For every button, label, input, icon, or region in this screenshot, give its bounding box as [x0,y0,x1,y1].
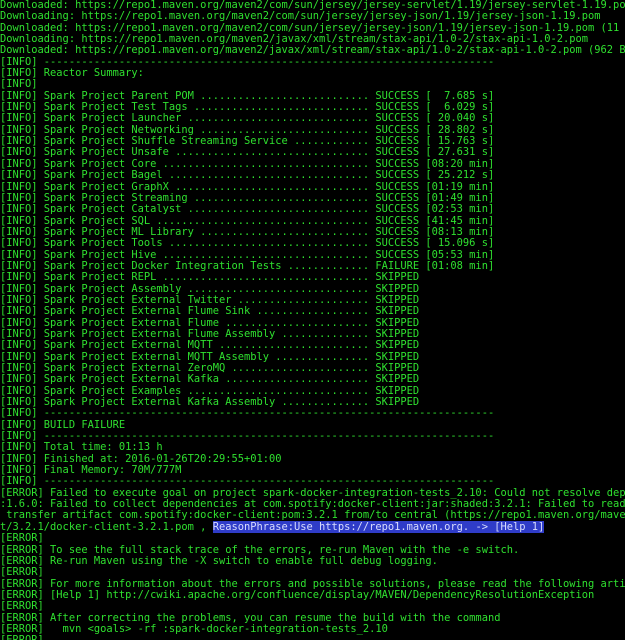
terminal-line-text: [INFO] Finished at: 2016-01-26T20:29:55+… [0,452,282,465]
terminal-line-text: [INFO] Spark Project External MQTT .....… [0,339,420,352]
terminal-line-text: [INFO] Spark Project Docker Integration … [0,259,495,272]
terminal-line-text: [INFO] Spark Project External Twitter ..… [0,293,420,306]
terminal-line-text: [INFO] ---------------------------------… [0,407,495,420]
terminal-line-text: [INFO] Spark Project Hive ..............… [0,248,495,261]
terminal-line-text: [INFO] Spark Project External Flume Sink… [0,305,420,318]
terminal-line-text: [INFO] Spark Project Catalyst ..........… [0,203,495,216]
terminal-line-text: [ERROR] To see the full stack trace of t… [0,543,520,556]
terminal-line-text: [ERROR] After correcting the problems, y… [0,611,501,624]
terminal-line-text: [INFO] Spark Project Test Tags .........… [0,101,495,114]
terminal-line-text: [INFO] Spark Project Launcher ..........… [0,112,495,125]
terminal-line-text: [INFO] Spark Project REPL ..............… [0,271,420,284]
terminal-line-text: [INFO] Spark Project External Flume ....… [0,316,420,329]
terminal-line-text: [ERROR] Re-run Maven using the -X switch… [0,554,438,567]
terminal-line-text: [INFO] Reactor Summary: [0,67,144,80]
terminal-line-text: [INFO] Spark Project Parent POM ........… [0,89,495,102]
terminal-line-text: t/3.2.1/docker-client-3.2.1.pom , [0,520,213,533]
terminal-line-text: [INFO] ---------------------------------… [0,475,495,488]
terminal-line-text: [INFO] Spark Project Streaming .........… [0,191,495,204]
terminal-line-text: [INFO] Spark Project SQL ...............… [0,214,495,227]
terminal-line: [ERROR] [0,635,625,640]
terminal-line-text: [ERROR] For more information about the e… [0,577,625,590]
terminal-line-text: Downloaded: https://repo1.maven.org/mave… [0,0,625,11]
terminal-line-text: [INFO] Spark Project Examples ..........… [0,384,420,397]
terminal-line: [ERROR] Re-run Maven using the -X switch… [0,554,625,567]
terminal-line: [INFO] Reactor Summary: [0,67,625,80]
terminal-line-text: [INFO] Spark Project External Kafka Asse… [0,396,420,409]
terminal-line-text: [INFO] Spark Project Bagel .............… [0,169,495,182]
terminal-line-text: Downloading: https://repo1.maven.org/mav… [0,10,601,23]
terminal-line-text: Downloaded: https://repo1.maven.org/mave… [0,21,625,34]
terminal-line: t/3.2.1/docker-client-3.2.1.pom , Reason… [0,520,625,533]
terminal-line-text: [INFO] Spark Project Unsafe ............… [0,146,495,159]
terminal-line-text: [INFO] Spark Project Networking ........… [0,123,495,136]
terminal-line-text: transfer artifact com.spotify:docker-cli… [0,509,625,522]
terminal-line-text: [INFO] Spark Project Core ..............… [0,157,495,170]
terminal-line-text: [INFO] Spark Project External Flume Asse… [0,327,420,340]
terminal-line-text: [ERROR] [Help 1] http://cwiki.apache.org… [0,588,595,601]
terminal-line-text: [INFO] Spark Project External MQTT Assem… [0,350,420,363]
terminal-line-text: [INFO] Spark Project External ZeroMQ ...… [0,362,420,374]
terminal-window[interactable]: Downloaded: https://repo1.maven.org/mave… [0,0,625,640]
terminal-line-text: [INFO] Spark Project Assembly ..........… [0,282,420,295]
terminal-line-text: [ERROR] [0,532,44,545]
terminal-line-text: [INFO] Spark Project Tools .............… [0,237,495,250]
terminal-line-text: [INFO] BUILD FAILURE [0,418,126,431]
terminal-line-text: [INFO] [0,78,38,91]
terminal-line-text: [INFO] Final Memory: 70M/777M [0,464,182,477]
terminal-line-text: [INFO] Spark Project External Kafka ....… [0,373,420,386]
selected-text-highlight[interactable]: ReasonPhrase:Use https://repo1.maven.org… [212,520,545,533]
terminal-line-text: [INFO] Total time: 01:13 h [0,441,163,454]
terminal-line-text: [ERROR] [0,566,44,579]
terminal-line-text: [ERROR] [0,634,44,640]
terminal-line-text: [ERROR] [0,600,44,613]
terminal-line-text: [INFO] Spark Project ML Library ........… [0,225,495,238]
terminal-line-text: [ERROR] mvn <goals> -rf :spark-docker-in… [0,622,388,635]
terminal-line-text: [INFO] ---------------------------------… [0,55,495,68]
terminal-line-text: Downloading: https://repo1.maven.org/mav… [0,33,589,46]
terminal-line-text: [ERROR] Failed to execute goal on projec… [0,486,625,499]
terminal-line-text: [INFO] Spark Project GraphX ............… [0,180,495,193]
terminal-line-text: [INFO] ---------------------------------… [0,430,495,443]
terminal-line-text: Downloaded: https://repo1.maven.org/mave… [0,44,625,57]
terminal-line-text: :1.6.0: Failed to collect dependencies a… [0,498,625,511]
terminal-line-text: [INFO] Spark Project Shuffle Streaming S… [0,135,495,148]
terminal-line: [ERROR] [Help 1] http://cwiki.apache.org… [0,588,625,601]
terminal-line: [ERROR] mvn <goals> -rf :spark-docker-in… [0,622,625,635]
